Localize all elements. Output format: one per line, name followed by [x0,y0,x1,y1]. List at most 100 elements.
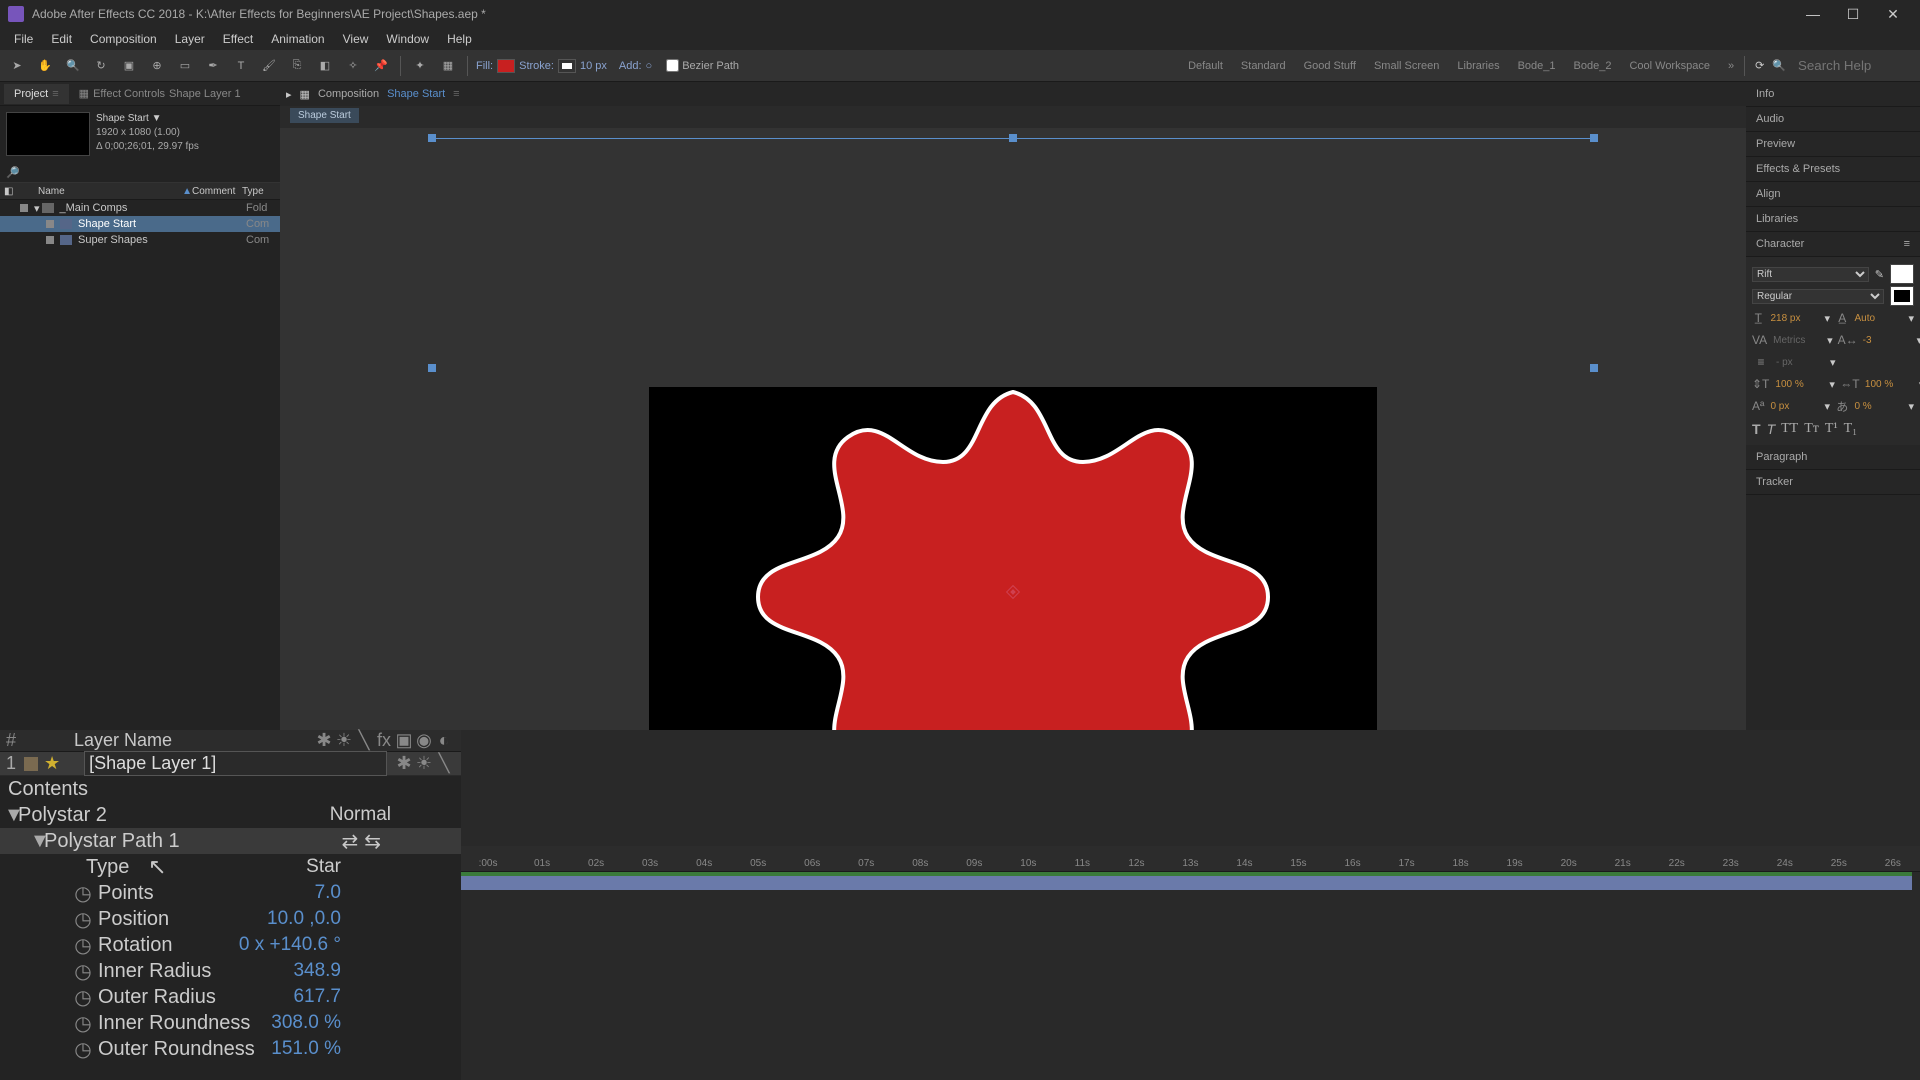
switch-shy-icon[interactable]: ✱ [315,732,333,750]
stopwatch-icon[interactable]: ◷ [74,933,92,958]
brush-tool-icon[interactable]: 🖌 [258,55,280,77]
contents-label[interactable]: Contents [8,778,88,801]
menu-file[interactable]: File [6,30,41,48]
breadcrumb[interactable]: Shape Start [290,108,359,123]
hand-tool-icon[interactable]: ✋ [34,55,56,77]
panel-align[interactable]: Align [1746,182,1920,207]
panel-tracker[interactable]: Tracker [1746,470,1920,495]
kerning-input[interactable] [1773,335,1821,346]
type-tool-icon[interactable]: T [230,55,252,77]
path-mode-icon-2[interactable]: ⇆ [364,829,381,854]
project-item[interactable]: Shape StartCom [0,216,280,232]
stopwatch-icon[interactable]: ◷ [74,1037,92,1062]
pen-tool-icon[interactable]: ✒ [202,55,224,77]
fill-swatch[interactable] [497,59,515,73]
switch-frame-icon[interactable]: ▣ [395,732,413,750]
col-comment[interactable]: Comment [192,186,242,197]
menu-help[interactable]: Help [439,30,480,48]
polystar2-label[interactable]: Polystar 2 [18,804,107,827]
layer-label-color[interactable] [24,757,38,771]
allcaps-button[interactable]: TT [1781,421,1798,439]
timeline-area[interactable]: :00s01s02s03s04s05s06s07s08s09s10s11s12s… [461,730,1920,1080]
path-mode-icon-1[interactable]: ⇄ [341,829,358,854]
polystar-mode[interactable]: Normal [330,804,461,826]
menu-animation[interactable]: Animation [263,30,332,48]
hscale-input[interactable] [1865,379,1913,390]
menu-composition[interactable]: Composition [82,30,165,48]
roto-tool-icon[interactable]: ✧ [342,55,364,77]
eyedropper-icon[interactable]: ✎ [1875,268,1884,281]
workspace-default[interactable]: Default [1188,60,1223,72]
zoom-tool-icon[interactable]: 🔍 [62,55,84,77]
points-value[interactable]: 7.0 [315,882,461,904]
workspace-smallscreen[interactable]: Small Screen [1374,60,1439,72]
snap2-icon[interactable]: ▦ [437,55,459,77]
layer-name[interactable]: [Shape Layer 1] [84,751,387,776]
switch-fx-icon[interactable]: fx [375,732,393,750]
workspace-bode2[interactable]: Bode_2 [1574,60,1612,72]
clone-tool-icon[interactable]: ⎘ [286,55,308,77]
comp-grid-icon[interactable]: ▦ [300,88,310,101]
stroke-swatch[interactable] [558,59,576,73]
position-value[interactable]: 10.0 ,0.0 [267,908,461,930]
polypath1-label[interactable]: Polystar Path 1 [44,830,180,853]
minimize-button[interactable]: — [1794,3,1832,25]
stopwatch-icon[interactable]: ◷ [74,881,92,906]
layer-switch-2[interactable]: ☀ [415,755,433,773]
panel-paragraph[interactable]: Paragraph [1746,445,1920,470]
tab-project[interactable]: Project≡ [4,84,69,104]
fill-label[interactable]: Fill: [476,60,493,72]
rotation-value[interactable]: 0 x +140.6 ° [239,934,461,956]
smallcaps-button[interactable]: Tᴛ [1804,421,1819,439]
switch-adj-icon[interactable]: ◐ [435,732,453,750]
bezier-path-checkbox[interactable]: Bezier Path [666,59,739,72]
workspace-cool[interactable]: Cool Workspace [1629,60,1710,72]
add-dropdown-icon[interactable]: ○ [646,60,653,72]
project-item[interactable]: ▾_Main CompsFold [0,200,280,216]
menu-layer[interactable]: Layer [167,30,213,48]
rect-tool-icon[interactable]: ▭ [174,55,196,77]
project-item[interactable]: Super ShapesCom [0,232,280,248]
stopwatch-icon[interactable]: ◷ [74,985,92,1010]
selection-handle[interactable] [1590,134,1598,142]
camera-tool-icon[interactable]: ▣ [118,55,140,77]
panel-audio[interactable]: Audio [1746,107,1920,132]
vscale-input[interactable] [1775,379,1823,390]
workspace-overflow-icon[interactable]: » [1728,60,1734,72]
workspace-libraries[interactable]: Libraries [1457,60,1499,72]
selection-handle[interactable] [1590,364,1598,372]
selection-handle[interactable] [428,364,436,372]
italic-button[interactable]: T [1767,421,1776,439]
selection-handle[interactable] [428,134,436,142]
eraser-tool-icon[interactable]: ◧ [314,55,336,77]
layer-duration-bar[interactable] [461,876,1912,890]
maximize-button[interactable]: ☐ [1834,3,1872,25]
rotate-tool-icon[interactable]: ↻ [90,55,112,77]
menu-edit[interactable]: Edit [43,30,80,48]
workspace-bode1[interactable]: Bode_1 [1518,60,1556,72]
puppet-tool-icon[interactable]: 📌 [370,55,392,77]
switch-collapse-icon[interactable]: ☀ [335,732,353,750]
tab-effect-controls[interactable]: ▦ Effect Controls Shape Layer 1 [69,83,251,104]
subscript-button[interactable]: T₁ [1844,421,1857,439]
stopwatch-icon[interactable]: ◷ [74,959,92,984]
tracking-input[interactable] [1863,335,1911,346]
comp-panel-active[interactable]: Shape Start [387,88,445,100]
superscript-button[interactable]: T¹ [1825,421,1838,439]
workspace-standard[interactable]: Standard [1241,60,1286,72]
comp-nav-icon[interactable]: ▸ [286,88,292,101]
anchor-tool-icon[interactable]: ⊕ [146,55,168,77]
stroke-width[interactable]: 10 px [580,60,607,72]
snap-icon[interactable]: ✦ [409,55,431,77]
selection-tool-icon[interactable]: ➤ [6,55,28,77]
font-family-dropdown[interactable]: Rift [1752,267,1869,282]
twirl-icon[interactable]: ▼ [30,830,44,853]
stopwatch-icon[interactable]: ◷ [74,907,92,932]
leading-input[interactable] [1854,313,1902,324]
type-value[interactable]: Star [306,856,461,878]
help-search-input[interactable] [1794,57,1914,75]
selection-handle[interactable] [1009,134,1017,142]
menu-effect[interactable]: Effect [215,30,261,48]
layer-row-1[interactable]: 1 ★ [Shape Layer 1] ✱ ☀ ╲ [0,752,461,776]
switch-quality-icon[interactable]: ╲ [355,732,373,750]
